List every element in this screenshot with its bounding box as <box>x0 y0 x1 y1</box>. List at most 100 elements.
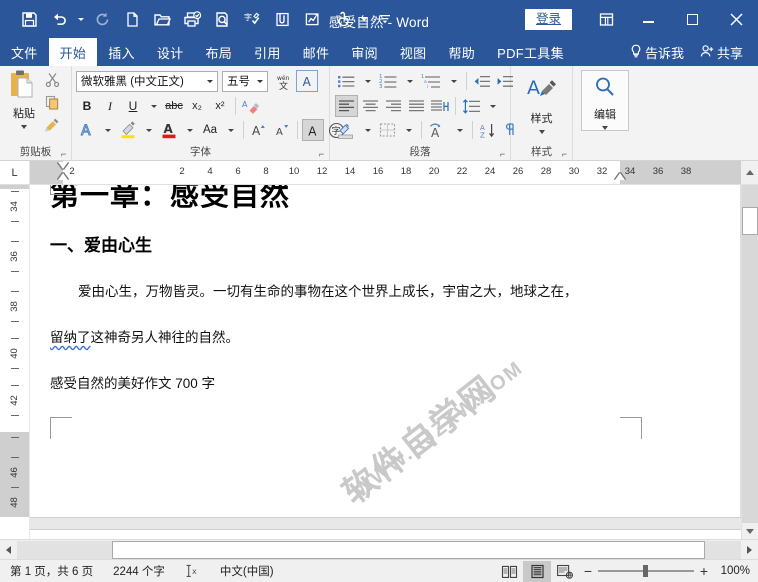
borders-icon[interactable] <box>377 119 399 141</box>
tab-mailings[interactable]: 邮件 <box>292 38 341 66</box>
paste-dropdown-icon[interactable] <box>21 125 27 129</box>
styles-dialog-launcher-icon[interactable]: ⌐ <box>560 150 569 159</box>
change-case-dropdown-icon[interactable] <box>222 119 239 141</box>
bullets-dropdown-icon[interactable] <box>359 70 376 92</box>
numbering-dropdown-icon[interactable] <box>401 70 418 92</box>
zoom-level-label[interactable]: 100% <box>714 565 750 577</box>
chinese-layout-icon[interactable]: A <box>426 119 450 141</box>
text-effects-dropdown-icon[interactable] <box>99 119 116 141</box>
shading-icon[interactable] <box>335 119 358 141</box>
zoom-out-button[interactable]: − <box>583 563 593 579</box>
horizontal-scroll-track[interactable] <box>17 540 741 559</box>
zoom-slider-track[interactable] <box>598 565 694 577</box>
bold-button[interactable]: B <box>76 95 98 117</box>
print-layout-view-button[interactable] <box>523 560 551 582</box>
signin-button[interactable]: 登录 <box>524 8 572 30</box>
tab-design[interactable]: 设计 <box>146 38 195 66</box>
multilevel-dropdown-icon[interactable] <box>445 70 462 92</box>
scroll-up-button-top[interactable] <box>741 161 758 184</box>
italic-button[interactable]: I <box>99 95 121 117</box>
font-color-dropdown-icon[interactable] <box>181 119 198 141</box>
zoom-slider-thumb[interactable] <box>643 565 648 577</box>
undo-icon[interactable] <box>44 5 74 33</box>
copy-icon[interactable] <box>45 95 60 115</box>
edit-chart-icon[interactable] <box>297 5 327 33</box>
styles-button[interactable]: A 样式 <box>518 72 566 134</box>
print-preview-icon[interactable] <box>207 5 237 33</box>
spelling-check-icon[interactable]: 字 <box>237 5 267 33</box>
first-line-indent-marker[interactable] <box>58 162 68 169</box>
tab-stop-selector[interactable]: L <box>0 161 30 184</box>
font-size-dropdown-icon[interactable] <box>252 80 267 83</box>
align-left-icon[interactable] <box>335 95 358 117</box>
save-icon[interactable] <box>14 5 44 33</box>
new-doc-icon[interactable] <box>117 5 147 33</box>
cut-icon[interactable] <box>45 72 60 92</box>
zoom-in-button[interactable]: + <box>699 563 709 579</box>
maximize-button[interactable] <box>670 0 714 38</box>
tab-file[interactable]: 文件 <box>0 38 49 66</box>
multilevel-list-icon[interactable]: 1ai <box>419 70 444 92</box>
horizontal-scroll-thumb[interactable] <box>112 540 705 559</box>
minimize-button[interactable] <box>626 0 670 38</box>
undo-dropdown-icon[interactable] <box>74 5 87 33</box>
editing-dropdown-icon[interactable] <box>602 126 608 130</box>
underline-dropdown-icon[interactable] <box>145 95 162 117</box>
highlight-dropdown-icon[interactable] <box>140 119 157 141</box>
customize-qat-icon[interactable] <box>370 5 400 33</box>
font-name-combobox[interactable]: 微软雅黑 (中文正文) <box>76 70 218 92</box>
font-dialog-launcher-icon[interactable]: ⌐ <box>317 150 326 159</box>
vertical-ruler[interactable]: 34 36 38 40 42 46 48 <box>0 185 30 539</box>
tab-review[interactable]: 审阅 <box>340 38 389 66</box>
chinese-layout-dropdown-icon[interactable] <box>451 119 468 141</box>
vertical-scroll-thumb[interactable] <box>742 207 758 235</box>
tell-me-button[interactable]: 告诉我 <box>623 43 691 62</box>
font-name-dropdown-icon[interactable] <box>202 80 217 83</box>
open-folder-icon[interactable] <box>147 5 177 33</box>
clear-formatting-icon[interactable]: A <box>240 95 262 117</box>
clipboard-dialog-launcher-icon[interactable]: ⌐ <box>59 150 68 159</box>
attachment-icon[interactable] <box>267 5 297 33</box>
numbering-icon[interactable]: 123 <box>377 70 400 92</box>
underline-button[interactable]: U <box>122 95 144 117</box>
highlight-color-icon[interactable] <box>117 119 139 141</box>
paragraph-dialog-launcher-icon[interactable]: ⌐ <box>498 150 507 159</box>
shrink-font-icon[interactable]: A <box>271 119 293 141</box>
tab-help[interactable]: 帮助 <box>437 38 486 66</box>
language-indicator[interactable]: 中文(中国) <box>210 563 284 579</box>
grow-font-icon[interactable]: A <box>248 119 270 141</box>
hanging-indent-marker[interactable] <box>58 173 68 180</box>
web-layout-view-button[interactable] <box>551 561 579 582</box>
redo-icon[interactable] <box>87 5 117 33</box>
touch-mode-dropdown-icon[interactable] <box>357 5 370 33</box>
word-count[interactable]: 2244 个字 <box>103 563 175 579</box>
quick-print-icon[interactable] <box>177 5 207 33</box>
line-spacing-icon[interactable] <box>460 95 483 117</box>
paste-button[interactable]: 粘贴 <box>4 69 44 129</box>
document-page[interactable]: 第一章：感受自然 一、爱由心生 爱由心生，万物皆灵。一切有生命的事物在这个世界上… <box>30 185 741 517</box>
borders-dropdown-icon[interactable] <box>400 119 417 141</box>
character-border-icon[interactable]: A <box>296 70 318 92</box>
scroll-left-button[interactable] <box>0 541 17 559</box>
line-spacing-dropdown-icon[interactable] <box>484 95 501 117</box>
font-size-combobox[interactable]: 五号 <box>222 70 268 92</box>
character-shading-icon[interactable]: A <box>302 119 324 141</box>
horizontal-ruler-track[interactable]: 2 2 4 6 8 10 12 14 16 18 20 22 24 26 28 … <box>30 161 741 184</box>
scroll-right-button[interactable] <box>741 541 758 559</box>
superscript-button[interactable]: x² <box>209 95 231 117</box>
bullets-icon[interactable] <box>335 70 358 92</box>
font-color-icon[interactable]: A <box>158 119 180 141</box>
strikethrough-button[interactable]: abc <box>163 95 185 117</box>
justify-icon[interactable] <box>405 95 427 117</box>
tab-home[interactable]: 开始 <box>48 38 98 66</box>
align-right-icon[interactable] <box>382 95 404 117</box>
tab-view[interactable]: 视图 <box>389 38 438 66</box>
tab-layout[interactable]: 布局 <box>194 38 243 66</box>
align-center-icon[interactable] <box>359 95 381 117</box>
editing-button[interactable]: 编辑 <box>581 70 629 131</box>
distribute-icon[interactable] <box>428 95 451 117</box>
tab-references[interactable]: 引用 <box>243 38 292 66</box>
decrease-indent-icon[interactable] <box>471 70 493 92</box>
change-case-button[interactable]: Aa <box>199 119 221 141</box>
zoom-control[interactable]: − + 100% <box>579 563 758 579</box>
